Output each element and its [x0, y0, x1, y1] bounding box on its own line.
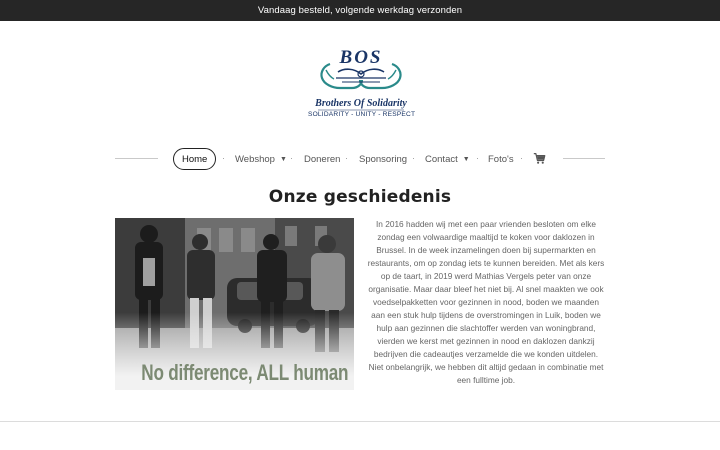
nav-divider-left: [115, 158, 158, 159]
main-navigation: Home · Webshop ▼ · Doneren · Sponsoring …: [115, 148, 605, 170]
announcement-text: Vandaag besteld, volgende werkdag verzon…: [257, 5, 463, 16]
history-paragraph: In 2016 hadden wij met een paar vrienden…: [367, 219, 605, 385]
nav-home[interactable]: Home: [173, 148, 217, 170]
nav-webshop[interactable]: Webshop ▼: [235, 148, 287, 170]
section-divider: [0, 421, 720, 422]
group-photo: No difference, ALL human: [115, 218, 354, 390]
nav-separator: ·: [345, 153, 348, 163]
nav-contact-label: Contact: [425, 153, 458, 165]
chevron-down-icon: ▼: [462, 155, 470, 163]
nav-fotos[interactable]: Foto's: [488, 148, 514, 170]
nav-sponsoring-label: Sponsoring: [359, 153, 408, 165]
nav-fotos-label: Foto's: [488, 153, 514, 165]
nav-doneren[interactable]: Doneren: [304, 148, 340, 170]
logo-name: Brothers Of Solidarity: [315, 98, 407, 109]
nav-divider-right: [563, 158, 605, 159]
nav-doneren-label: Doneren: [304, 153, 341, 165]
nav-separator: ·: [222, 153, 225, 163]
nav-webshop-label: Webshop: [235, 153, 275, 165]
chevron-down-icon: ▼: [279, 155, 287, 163]
nav-sponsoring[interactable]: Sponsoring: [359, 148, 407, 170]
announcement-bar: Vandaag besteld, volgende werkdag verzon…: [0, 0, 720, 21]
nav-separator: ·: [520, 153, 523, 163]
photo-caption: No difference, ALL human: [141, 360, 349, 385]
site-logo[interactable]: BOS Brothers Of Solidarity SOLIDARITY - …: [308, 44, 416, 124]
logo-tagline: SOLIDARITY - UNITY - RESPECT: [308, 111, 416, 118]
nav-separator: ·: [476, 153, 479, 163]
nav-separator: ·: [290, 153, 293, 163]
page-title: Onze geschiedenis: [268, 187, 452, 207]
nav-separator: ·: [412, 153, 415, 163]
nav-contact[interactable]: Contact ▼: [425, 148, 470, 170]
nav-home-label: Home: [182, 153, 208, 165]
shopping-cart-icon[interactable]: [533, 152, 546, 165]
logo-initials: BOS: [339, 47, 383, 68]
